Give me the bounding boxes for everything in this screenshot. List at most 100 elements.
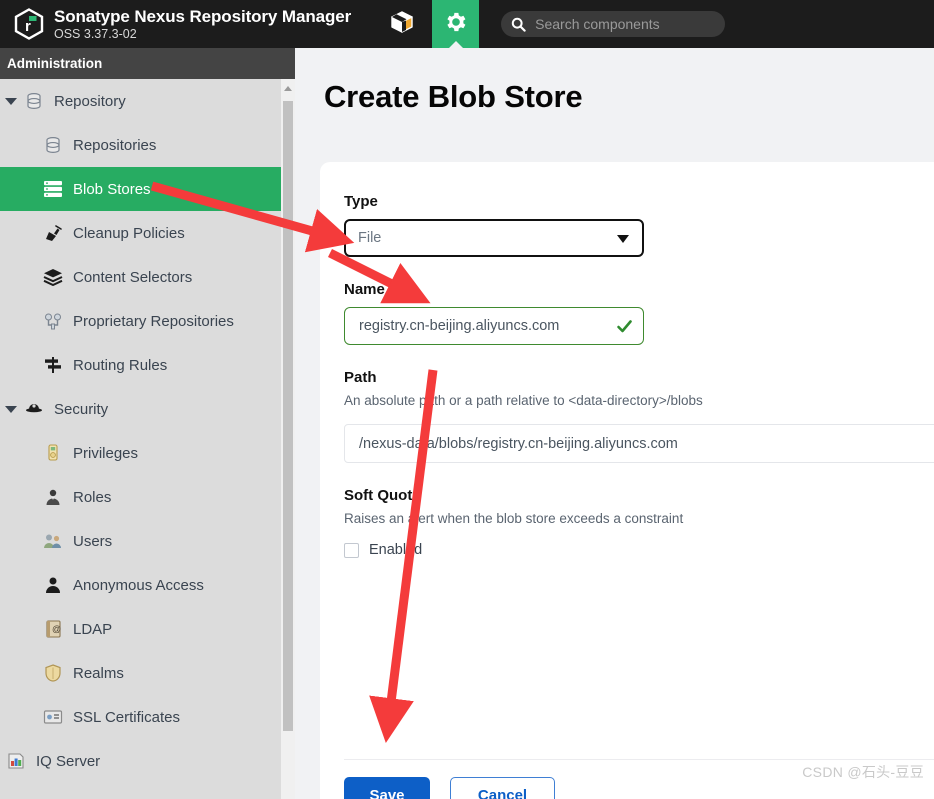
blob-stack-icon [42,178,64,200]
sidebar-item-label: Proprietary Repositories [73,312,234,330]
gear-icon [444,10,468,39]
sidebar-item-users[interactable]: Users [0,519,281,563]
sidebar-item-privileges[interactable]: Privileges [0,431,281,475]
browse-tab[interactable] [378,0,425,48]
sidebar-item-anonymous-access[interactable]: Anonymous Access [0,563,281,607]
sidebar-item-label: Repository [54,92,126,110]
scroll-up-arrow-icon[interactable] [284,86,292,91]
app-title: Sonatype Nexus Repository Manager [54,6,352,26]
layers-icon [42,266,64,288]
sidebar-item-label: Content Selectors [73,268,193,286]
app-root: r Sonatype Nexus Repository Manager OSS … [0,0,934,799]
sidebar-item-realms[interactable]: Realms [0,651,281,695]
address-book-icon: @ [42,618,64,640]
name-label: Name [344,281,385,298]
svg-text:r: r [25,18,31,35]
administration-tab[interactable] [432,0,480,48]
sidebar-item-label: Routing Rules [73,356,168,374]
sidebar-item-label: Privileges [73,444,139,462]
medal-icon [42,442,64,464]
security-hat-icon [23,398,45,420]
search-box[interactable] [501,11,726,37]
path-field-group: Path An absolute path or a path relative… [344,369,934,463]
path-input-wrapper[interactable] [344,424,934,463]
main-content: Create Blob Store Type File Name registr… [295,48,934,799]
app-version: OSS 3.37.3-02 [54,26,137,41]
name-input-wrapper[interactable] [344,307,644,345]
brand-text: Sonatype Nexus Repository Manager OSS 3.… [54,8,351,41]
nexus-hexagon-logo-icon: r [14,8,44,40]
path-label: Path [344,369,377,386]
sidebar-scrollbar[interactable] [281,79,295,799]
box-icon [389,9,415,40]
form-body: Type File Name registry.cn-beijing.aliyu… [320,162,934,558]
app-header: r Sonatype Nexus Repository Manager OSS … [0,0,934,48]
caret-down-icon[interactable] [5,97,17,105]
form-actions: Save Cancel [344,777,555,799]
sidebar-section-title: Administration [0,48,295,79]
form-divider [344,759,934,760]
proprietary-icon [42,310,64,332]
type-select-value: File [358,230,382,246]
search-icon [511,17,526,32]
cancel-button[interactable]: Cancel [450,777,555,799]
page-title: Create Blob Store [324,79,583,114]
certificate-icon [42,706,64,728]
sidebar-item-cleanup-policies[interactable]: Cleanup Policies [0,211,281,255]
sidebar-item-security[interactable]: Security [0,387,281,431]
svg-text:@: @ [52,624,61,634]
name-input[interactable] [357,317,612,335]
sidebar-nav: Repository Repositories Blob Stores Cleanup… [0,79,281,799]
sidebar-item-label: Repositories [73,136,157,154]
person-badge-icon [42,486,64,508]
watermark: CSDN @石头-豆豆 [802,764,924,780]
sidebar-item-repositories[interactable]: Repositories [0,123,281,167]
sidebar-item-ssl-certificates[interactable]: SSL Certificates [0,695,281,739]
signpost-icon [42,354,64,376]
sidebar-item-label: Anonymous Access [73,576,204,594]
sidebar-item-label: LDAP [73,620,113,638]
path-help-text: An absolute path or a path relative to <… [344,393,703,408]
path-input[interactable] [357,434,934,453]
type-label: Type [344,193,378,210]
scrollbar-thumb[interactable] [283,101,293,731]
sidebar-item-iq-server[interactable]: IQ Server [0,739,281,783]
sidebar-item-label: Roles [73,488,112,506]
sidebar-item-roles[interactable]: Roles [0,475,281,519]
users-icon [42,530,64,552]
soft-quota-enabled-checkbox[interactable] [344,542,359,558]
create-blob-store-form-card: Type File Name registry.cn-beijing.aliyu… [320,162,934,799]
check-icon [616,318,633,335]
sidebar-item-content-selectors[interactable]: Content Selectors [0,255,281,299]
soft-quota-enabled-row[interactable]: Enabled [344,542,934,558]
soft-quota-enabled-label: Enabled [369,542,423,558]
sidebar-item-proprietary-repositories[interactable]: Proprietary Repositories [0,299,281,343]
database-icon [23,90,45,112]
sidebar-item-label: Blob Stores [73,180,151,198]
broom-icon [42,222,64,244]
shield-icon [42,662,64,684]
iq-server-icon [5,750,27,772]
sidebar-item-label: IQ Server [36,752,101,770]
soft-quota-label: Soft Quota [344,487,421,504]
sidebar-item-label: Realms [73,664,124,682]
search-input[interactable] [533,13,714,35]
sidebar-item-blob-stores[interactable]: Blob Stores [0,167,281,211]
sidebar-item-label: SSL Certificates [73,708,180,726]
sidebar-item-ldap[interactable]: @ LDAP [0,607,281,651]
soft-quota-field-group: Soft Quota Raises an alert when the blob… [344,487,934,558]
save-button[interactable]: Save [344,777,430,799]
sidebar-item-routing-rules[interactable]: Routing Rules [0,343,281,387]
type-field-group: Type File [344,193,934,257]
name-field-group: Name [344,281,934,345]
database-icon [42,134,64,156]
sidebar-item-repository[interactable]: Repository [0,79,281,123]
person-icon [42,574,64,596]
soft-quota-help-text: Raises an alert when the blob store exce… [344,511,684,526]
sidebar-item-label: Security [54,400,109,418]
type-select[interactable]: File [344,219,644,257]
caret-down-icon[interactable] [5,405,17,413]
